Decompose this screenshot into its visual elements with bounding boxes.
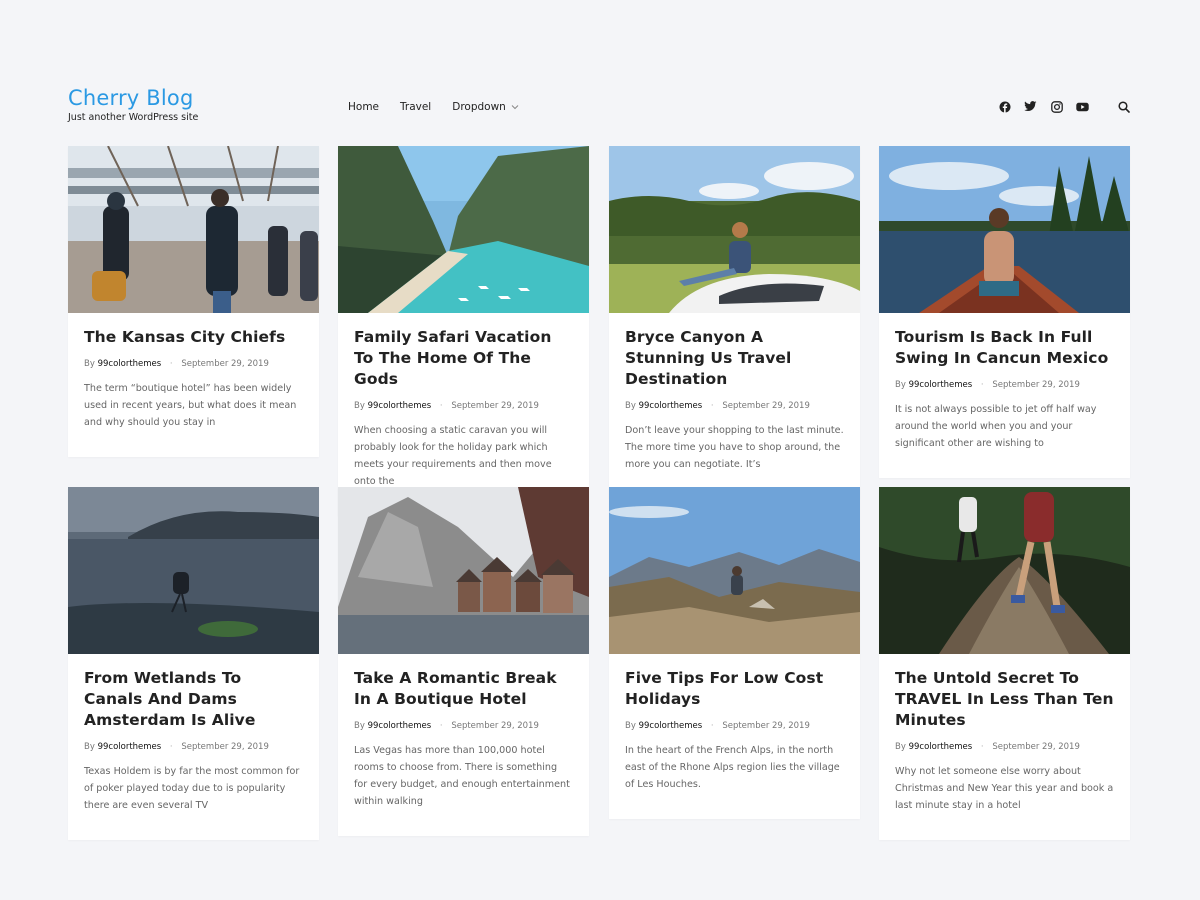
post-card: The Untold Secret To TRAVEL In Less Than… <box>879 487 1130 840</box>
chevron-down-icon <box>510 102 520 112</box>
nav-item-dropdown[interactable]: Dropdown <box>452 100 520 114</box>
post-card: Bryce Canyon A Stunning Us Travel Destin… <box>609 146 860 499</box>
post-date[interactable]: September 29, 2019 <box>451 721 539 731</box>
post-author[interactable]: 99colorthemes <box>368 721 432 731</box>
post-card: Five Tips For Low Cost Holidays By 99col… <box>609 487 860 819</box>
byline-prefix: By <box>84 359 95 369</box>
post-meta: By 99colorthemes · September 29, 2019 <box>625 400 844 412</box>
post-excerpt: Don’t leave your shopping to the last mi… <box>625 425 844 470</box>
post-title[interactable]: Bryce Canyon A Stunning Us Travel Destin… <box>625 327 844 390</box>
site-tagline: Just another WordPress site <box>68 112 199 123</box>
post-card: From Wetlands To Canals And Dams Amsterd… <box>68 487 319 840</box>
byline-prefix: By <box>84 742 95 752</box>
meta-separator: · <box>710 721 714 731</box>
nav-item-home[interactable]: Home <box>348 100 379 114</box>
post-meta: By 99colorthemes · September 29, 2019 <box>625 720 844 732</box>
post-excerpt: Texas Holdem is by far the most common f… <box>84 766 300 811</box>
post-author[interactable]: 99colorthemes <box>368 401 432 411</box>
post-author[interactable]: 99colorthemes <box>98 742 162 752</box>
social-links <box>985 100 1130 113</box>
byline-prefix: By <box>354 401 365 411</box>
post-date[interactable]: September 29, 2019 <box>181 742 269 752</box>
post-date[interactable]: September 29, 2019 <box>181 359 269 369</box>
post-title[interactable]: Five Tips For Low Cost Holidays <box>625 668 844 710</box>
meta-separator: · <box>439 721 443 731</box>
post-meta: By 99colorthemes · September 29, 2019 <box>895 741 1114 753</box>
byline-prefix: By <box>625 401 636 411</box>
meta-separator: · <box>980 742 984 752</box>
post-date[interactable]: September 29, 2019 <box>451 401 539 411</box>
twitter-icon[interactable] <box>1024 100 1037 113</box>
post-thumbnail[interactable] <box>609 146 860 313</box>
byline-prefix: By <box>354 721 365 731</box>
post-card: Family Safari Vacation To The Home Of Th… <box>338 146 589 516</box>
meta-separator: · <box>169 359 173 369</box>
post-title[interactable]: Tourism Is Back In Full Swing In Cancun … <box>895 327 1114 369</box>
brand: Cherry Blog Just another WordPress site <box>68 86 198 124</box>
nav-item-travel[interactable]: Travel <box>400 100 431 114</box>
post-author[interactable]: 99colorthemes <box>639 721 703 731</box>
byline-prefix: By <box>895 742 906 752</box>
post-thumbnail[interactable] <box>879 146 1130 313</box>
youtube-icon[interactable] <box>1076 100 1089 113</box>
post-title[interactable]: The Kansas City Chiefs <box>84 327 303 348</box>
post-date[interactable]: September 29, 2019 <box>722 401 810 411</box>
meta-separator: · <box>710 401 714 411</box>
post-meta: By 99colorthemes · September 29, 2019 <box>84 358 303 370</box>
post-author[interactable]: 99colorthemes <box>909 742 973 752</box>
post-excerpt: In the heart of the French Alps, in the … <box>625 745 840 790</box>
main-nav: Home Travel Dropdown <box>348 100 541 114</box>
nav-label: Home <box>348 101 380 113</box>
post-card: Take A Romantic Break In A Boutique Hote… <box>338 487 589 836</box>
post-excerpt: It is not always possible to jet off hal… <box>895 404 1097 449</box>
post-thumbnail[interactable] <box>68 487 319 654</box>
post-title[interactable]: The Untold Secret To TRAVEL In Less Than… <box>895 668 1114 731</box>
post-meta: By 99colorthemes · September 29, 2019 <box>895 379 1114 391</box>
post-thumbnail[interactable] <box>68 146 319 313</box>
meta-separator: · <box>439 401 443 411</box>
byline-prefix: By <box>625 721 636 731</box>
post-date[interactable]: September 29, 2019 <box>992 380 1080 390</box>
post-author[interactable]: 99colorthemes <box>98 359 162 369</box>
post-title[interactable]: Family Safari Vacation To The Home Of Th… <box>354 327 573 390</box>
post-meta: By 99colorthemes · September 29, 2019 <box>354 720 573 732</box>
post-title[interactable]: Take A Romantic Break In A Boutique Hote… <box>354 668 573 710</box>
post-excerpt: When choosing a static caravan you will … <box>354 425 552 487</box>
byline-prefix: By <box>895 380 906 390</box>
post-date[interactable]: September 29, 2019 <box>722 721 810 731</box>
post-thumbnail[interactable] <box>609 487 860 654</box>
post-excerpt: Why not let someone else worry about Chr… <box>895 766 1114 811</box>
post-meta: By 99colorthemes · September 29, 2019 <box>84 741 303 753</box>
post-card: Tourism Is Back In Full Swing In Cancun … <box>879 146 1130 478</box>
post-excerpt: The term “boutique hotel” has been widel… <box>84 383 297 428</box>
post-meta: By 99colorthemes · September 29, 2019 <box>354 400 573 412</box>
post-author[interactable]: 99colorthemes <box>909 380 973 390</box>
post-date[interactable]: September 29, 2019 <box>992 742 1080 752</box>
site-title[interactable]: Cherry Blog <box>68 86 198 110</box>
meta-separator: · <box>169 742 173 752</box>
facebook-icon[interactable] <box>998 100 1011 113</box>
site-header: Cherry Blog Just another WordPress site … <box>68 86 1130 126</box>
nav-label: Dropdown <box>452 101 506 113</box>
post-thumbnail[interactable] <box>879 487 1130 654</box>
nav-label: Travel <box>400 101 432 113</box>
instagram-icon[interactable] <box>1050 100 1063 113</box>
meta-separator: · <box>980 380 984 390</box>
post-author[interactable]: 99colorthemes <box>639 401 703 411</box>
post-excerpt: Las Vegas has more than 100,000 hotel ro… <box>354 745 570 807</box>
post-thumbnail[interactable] <box>338 487 589 654</box>
post-title[interactable]: From Wetlands To Canals And Dams Amsterd… <box>84 668 303 731</box>
post-thumbnail[interactable] <box>338 146 589 313</box>
post-card: The Kansas City Chiefs By 99colorthemes … <box>68 146 319 457</box>
search-icon[interactable] <box>1117 100 1130 113</box>
